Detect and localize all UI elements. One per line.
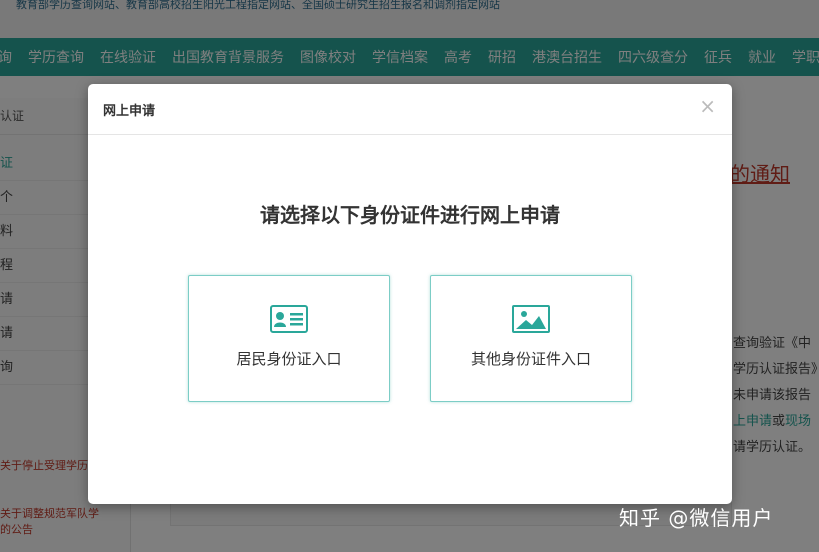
apply-dialog: 网上申请 × 请选择以下身份证件进行网上申请 居民身份证入口 其他身份证件入口 — [88, 84, 732, 504]
dialog-heading: 请选择以下身份证件进行网上申请 — [260, 203, 560, 227]
watermark: 知乎 @微信用户 — [619, 506, 774, 530]
id-card-icon — [270, 305, 308, 333]
resident-id-entry-button[interactable]: 居民身份证入口 — [188, 275, 390, 402]
other-id-entry-button[interactable]: 其他身份证件入口 — [430, 275, 632, 402]
dialog-header: 网上申请 × — [88, 84, 732, 135]
resident-id-entry-label: 居民身份证入口 — [236, 350, 342, 368]
close-icon[interactable]: × — [699, 94, 716, 118]
dialog-title: 网上申请 — [103, 104, 156, 119]
picture-icon — [512, 305, 550, 333]
other-id-entry-label: 其他身份证件入口 — [470, 350, 591, 368]
